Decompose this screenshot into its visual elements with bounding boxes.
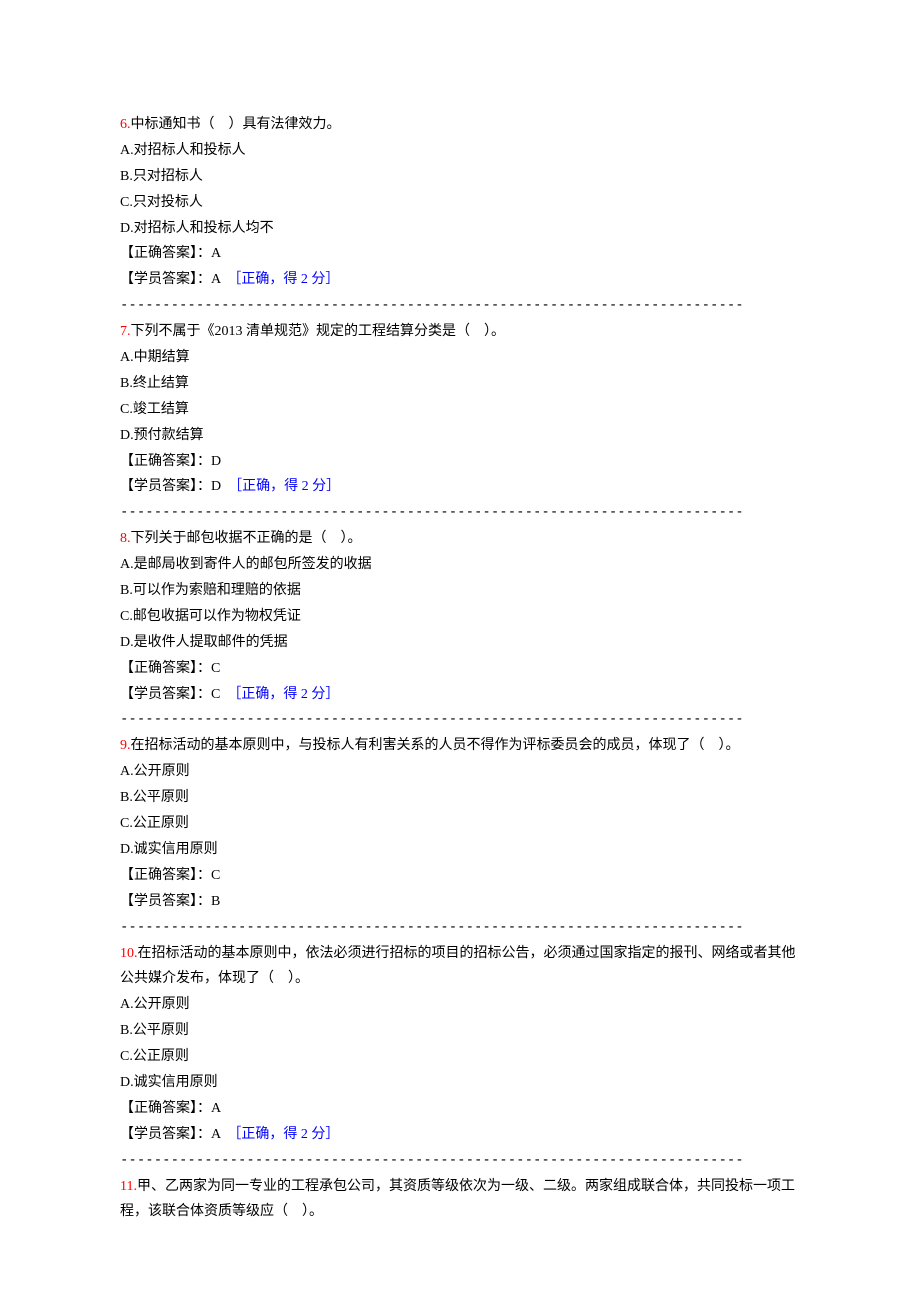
correct-answer-line: 【正确答案】：C (120, 863, 800, 889)
question-9: 9.在招标活动的基本原则中，与投标人有利害关系的人员不得作为评标委员会的成员，体… (120, 733, 800, 940)
exam-page: 6.中标通知书（ ）具有法律效力。 A.对招标人和投标人 B.只对招标人 C.只… (0, 0, 920, 1302)
question-number: 9. (120, 738, 131, 753)
question-text: 在招标活动的基本原则中，依法必须进行招标的项目的招标公告，必须通过国家指定的报刊… (120, 946, 796, 987)
question-text: 下列不属于《2013 清单规范》规定的工程结算分类是（ ）。 (131, 324, 506, 339)
correct-answer-line: 【正确答案】：D (120, 449, 800, 475)
correct-answer-value: C (211, 661, 220, 676)
correct-mark: ［正确，得 2 分］ (234, 687, 339, 702)
option-c: C.公正原则 (120, 1044, 800, 1070)
question-text: 在招标活动的基本原则中，与投标人有利害关系的人员不得作为评标委员会的成员，体现了… (131, 738, 740, 753)
separator: ----------------------------------------… (120, 500, 800, 526)
question-number: 11. (120, 1179, 137, 1194)
question-7: 7.下列不属于《2013 清单规范》规定的工程结算分类是（ ）。 A.中期结算 … (120, 319, 800, 526)
question-11: 11.甲、乙两家为同一专业的工程承包公司，其资质等级依次为一级、二级。两家组成联… (120, 1174, 800, 1226)
question-number: 6. (120, 117, 131, 132)
correct-answer-value: D (211, 454, 221, 469)
question-10: 10.在招标活动的基本原则中，依法必须进行招标的项目的招标公告，必须通过国家指定… (120, 941, 800, 1174)
correct-answer-label: 【正确答案】： (120, 1101, 211, 1116)
option-a: A.中期结算 (120, 345, 800, 371)
question-text: 下列关于邮包收据不正确的是（ ）。 (131, 531, 362, 546)
student-answer-value: C (211, 687, 220, 702)
option-c: C.竣工结算 (120, 397, 800, 423)
student-answer-line: 【学员答案】：C ［正确，得 2 分］ (120, 682, 800, 708)
option-b: B.公平原则 (120, 785, 800, 811)
question-number: 8. (120, 531, 131, 546)
option-a: A.公开原则 (120, 759, 800, 785)
student-answer-line: 【学员答案】：A ［正确，得 2 分］ (120, 267, 800, 293)
question-stem: 9.在招标活动的基本原则中，与投标人有利害关系的人员不得作为评标委员会的成员，体… (120, 733, 800, 759)
option-d: D.诚实信用原则 (120, 837, 800, 863)
correct-answer-value: C (211, 868, 220, 883)
question-stem: 11.甲、乙两家为同一专业的工程承包公司，其资质等级依次为一级、二级。两家组成联… (120, 1174, 800, 1226)
option-b: B.可以作为索赔和理赔的依据 (120, 578, 800, 604)
option-d: D.对招标人和投标人均不 (120, 216, 800, 242)
student-answer-value: A (211, 1127, 220, 1142)
student-answer-label: 【学员答案】： (120, 272, 211, 287)
correct-answer-line: 【正确答案】：A (120, 241, 800, 267)
option-c: C.邮包收据可以作为物权凭证 (120, 604, 800, 630)
option-d: D.是收件人提取邮件的凭据 (120, 630, 800, 656)
question-stem: 8.下列关于邮包收据不正确的是（ ）。 (120, 526, 800, 552)
separator: ----------------------------------------… (120, 293, 800, 319)
student-answer-line: 【学员答案】：A ［正确，得 2 分］ (120, 1122, 800, 1148)
student-answer-label: 【学员答案】： (120, 1127, 211, 1142)
option-b: B.只对招标人 (120, 164, 800, 190)
student-answer-value: A (211, 272, 220, 287)
question-8: 8.下列关于邮包收据不正确的是（ ）。 A.是邮局收到寄件人的邮包所签发的收据 … (120, 526, 800, 733)
question-text: 中标通知书（ ）具有法律效力。 (131, 117, 341, 132)
student-answer-value: B (211, 894, 220, 909)
correct-answer-value: A (211, 246, 221, 261)
option-a: A.公开原则 (120, 992, 800, 1018)
question-number: 10. (120, 946, 138, 961)
question-text: 甲、乙两家为同一专业的工程承包公司，其资质等级依次为一级、二级。两家组成联合体，… (120, 1179, 795, 1220)
question-stem: 6.中标通知书（ ）具有法律效力。 (120, 112, 800, 138)
correct-answer-line: 【正确答案】：A (120, 1096, 800, 1122)
option-c: C.公正原则 (120, 811, 800, 837)
correct-answer-label: 【正确答案】： (120, 661, 211, 676)
question-6: 6.中标通知书（ ）具有法律效力。 A.对招标人和投标人 B.只对招标人 C.只… (120, 112, 800, 319)
correct-mark: ［正确，得 2 分］ (235, 479, 340, 494)
separator: ----------------------------------------… (120, 915, 800, 941)
student-answer-line: 【学员答案】：B (120, 889, 800, 915)
separator: ----------------------------------------… (120, 707, 800, 733)
correct-answer-line: 【正确答案】：C (120, 656, 800, 682)
correct-answer-value: A (211, 1101, 221, 1116)
correct-mark: ［正确，得 2 分］ (234, 272, 339, 287)
correct-answer-label: 【正确答案】： (120, 454, 211, 469)
option-a: A.是邮局收到寄件人的邮包所签发的收据 (120, 552, 800, 578)
question-stem: 10.在招标活动的基本原则中，依法必须进行招标的项目的招标公告，必须通过国家指定… (120, 941, 800, 993)
option-c: C.只对投标人 (120, 190, 800, 216)
option-a: A.对招标人和投标人 (120, 138, 800, 164)
question-stem: 7.下列不属于《2013 清单规范》规定的工程结算分类是（ ）。 (120, 319, 800, 345)
student-answer-value: D (211, 479, 221, 494)
option-d: D.诚实信用原则 (120, 1070, 800, 1096)
student-answer-label: 【学员答案】： (120, 687, 211, 702)
student-answer-label: 【学员答案】： (120, 894, 211, 909)
option-b: B.终止结算 (120, 371, 800, 397)
option-d: D.预付款结算 (120, 423, 800, 449)
correct-answer-label: 【正确答案】： (120, 246, 211, 261)
student-answer-label: 【学员答案】： (120, 479, 211, 494)
student-answer-line: 【学员答案】：D ［正确，得 2 分］ (120, 474, 800, 500)
question-number: 7. (120, 324, 131, 339)
correct-answer-label: 【正确答案】： (120, 868, 211, 883)
separator: ----------------------------------------… (120, 1148, 800, 1174)
option-b: B.公平原则 (120, 1018, 800, 1044)
correct-mark: ［正确，得 2 分］ (234, 1127, 339, 1142)
